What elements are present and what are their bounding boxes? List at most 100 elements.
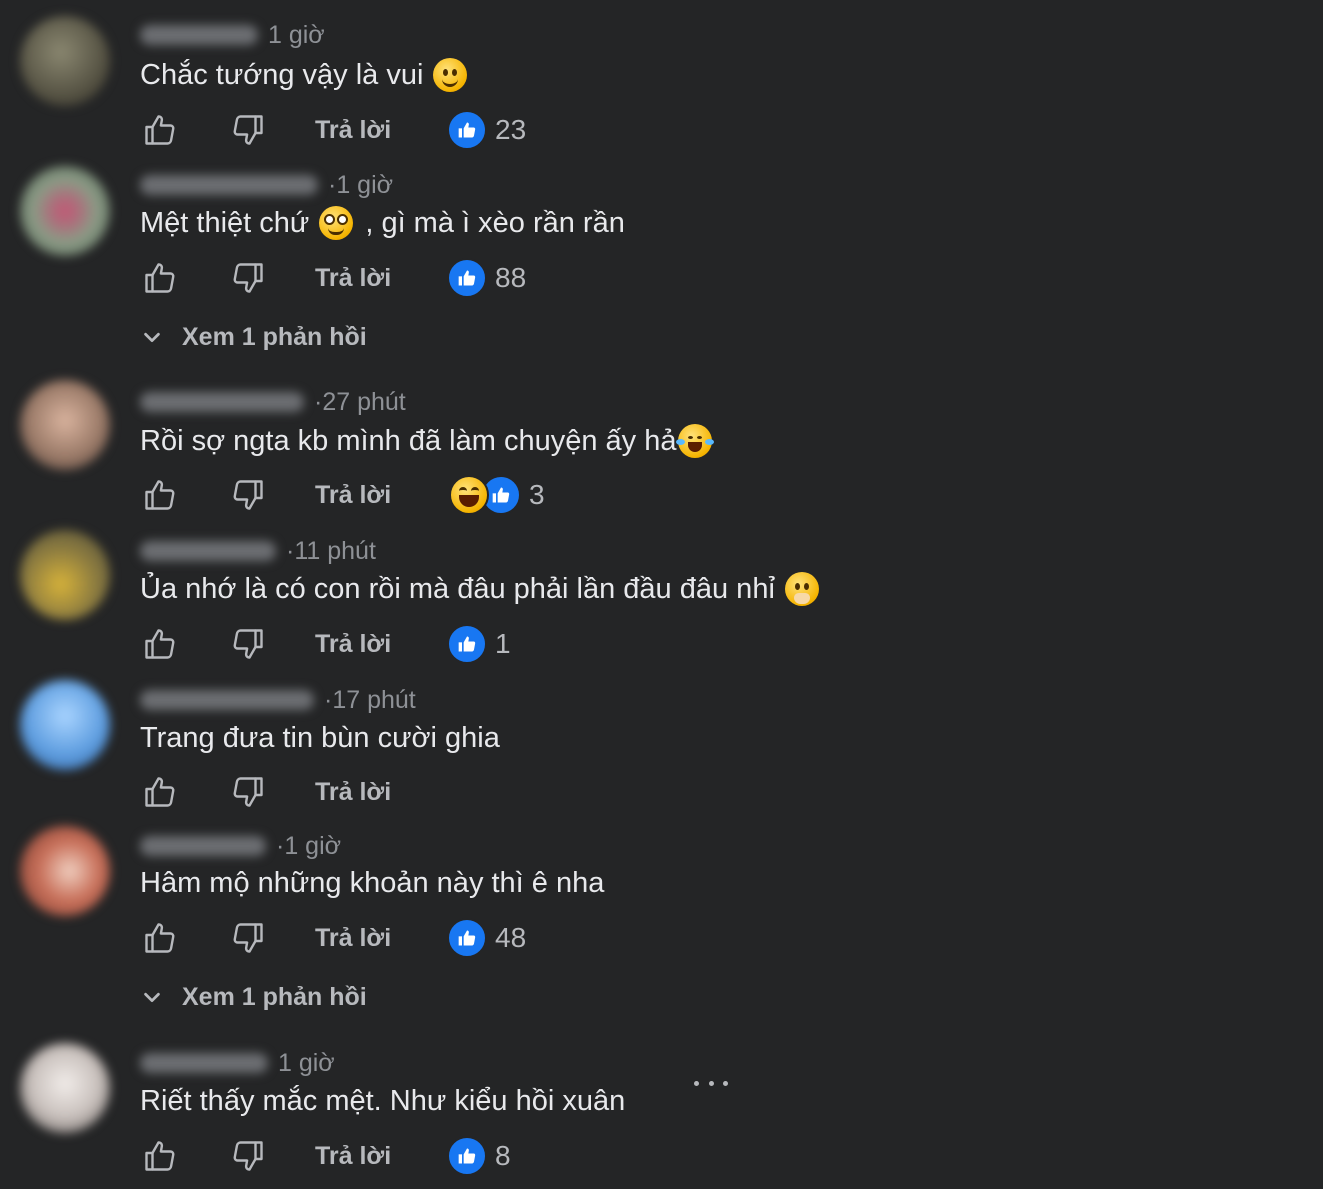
thumbs-down-outline-icon[interactable] <box>228 258 268 298</box>
thumbs-down-outline-icon[interactable] <box>228 624 268 664</box>
comment-text: Mệt thiệt chứ , gì mà ì xèo rần rần <box>140 204 625 242</box>
comment-time: 1 giờ <box>268 20 325 49</box>
comment-body: Rồi sợ ngta kb mình đã làm chuyện ấy hả <box>140 424 677 457</box>
comment-time: 27 phút <box>322 387 406 416</box>
comment-text: Trang đưa tin bùn cười ghia <box>140 719 500 757</box>
avatar[interactable] <box>20 680 110 770</box>
comment-actions: Trả lời <box>140 772 840 812</box>
comment-time-prefix: · <box>276 831 285 860</box>
thumbs-up-outline-icon[interactable] <box>140 475 180 515</box>
comment-body: Trang đưa tin bùn cười ghia <box>140 721 500 754</box>
pleading-face-icon <box>319 206 354 240</box>
thumbs-up-outline-icon[interactable] <box>140 772 180 812</box>
comment-time: 11 phút <box>294 536 376 565</box>
avatar[interactable] <box>20 166 110 256</box>
avatar[interactable] <box>20 380 110 470</box>
reply-button[interactable]: Trả lời <box>315 481 391 510</box>
like-reaction-icon <box>447 624 487 664</box>
smiling-face-icon <box>433 58 468 92</box>
thumbs-down-outline-icon[interactable] <box>228 918 268 958</box>
avatar[interactable] <box>20 530 110 620</box>
view-replies-label: Xem 1 phản hồi <box>182 322 367 351</box>
reply-button[interactable]: Trả lời <box>315 1142 391 1171</box>
chevron-down-icon <box>140 325 164 349</box>
comment-time-prefix: · <box>328 170 337 199</box>
reply-button[interactable]: Trả lời <box>315 924 391 953</box>
thumbs-down-outline-icon[interactable] <box>228 772 268 812</box>
reaction-summary[interactable]: 88 <box>447 258 527 298</box>
reply-button[interactable]: Trả lời <box>315 630 391 659</box>
author-name-blurred[interactable] <box>140 836 266 856</box>
more-options-icon[interactable] <box>694 1068 728 1098</box>
avatar[interactable] <box>20 826 110 916</box>
avatar[interactable] <box>20 16 110 106</box>
author-name-blurred[interactable] <box>140 1053 268 1073</box>
author-name-blurred[interactable] <box>140 690 314 710</box>
reaction-summary[interactable]: 23 <box>447 110 527 150</box>
comment-body: Hâm mộ những khoản này thì ê nha <box>140 866 605 899</box>
reaction-count: 48 <box>495 922 527 953</box>
comment-time-prefix: · <box>286 536 295 565</box>
reaction-count: 1 <box>495 628 511 659</box>
reply-button[interactable]: Trả lời <box>315 264 391 293</box>
comment-actions: Trả lời 8 <box>140 1136 840 1176</box>
comment-body: Ủa nhớ là có con rồi mà đâu phải lần đầu… <box>140 572 775 605</box>
comment-time-prefix: · <box>324 685 333 714</box>
reaction-summary[interactable]: 48 <box>447 918 527 958</box>
comment-actions: Trả lời 88 <box>140 258 840 298</box>
view-replies-button[interactable]: Xem 1 phản hồi <box>140 980 367 1014</box>
comment-text: Ủa nhớ là có con rồi mà đâu phải lần đầu… <box>140 570 819 608</box>
comment-meta: 1 giờ <box>140 1048 335 1078</box>
comment-actions: Trả lời 1 <box>140 624 840 664</box>
reply-button[interactable]: Trả lời <box>315 778 391 807</box>
reaction-count: 3 <box>529 479 545 510</box>
author-name-blurred[interactable] <box>140 25 258 45</box>
thumbs-down-outline-icon[interactable] <box>228 475 268 515</box>
avatar[interactable] <box>20 1043 110 1133</box>
haha-reaction-icon <box>449 475 489 515</box>
thumbs-up-outline-icon[interactable] <box>140 918 180 958</box>
like-reaction-icon <box>447 110 487 150</box>
author-name-blurred[interactable] <box>140 392 304 412</box>
author-name-blurred[interactable] <box>140 541 276 561</box>
thumbs-up-outline-icon[interactable] <box>140 258 180 298</box>
comments-feed: 1 giờ Chắc tướng vậy là vui Trả lời 23 · <box>0 0 1323 1189</box>
view-replies-button[interactable]: Xem 1 phản hồi <box>140 320 367 354</box>
thumbs-down-outline-icon[interactable] <box>228 110 268 150</box>
comment-text: Chắc tướng vậy là vui <box>140 56 468 94</box>
thumbs-down-outline-icon[interactable] <box>228 1136 268 1176</box>
comment-time: 1 giờ <box>278 1048 335 1077</box>
reaction-summary[interactable]: 3 <box>449 475 545 515</box>
reaction-summary[interactable]: 8 <box>447 1136 511 1176</box>
reply-button[interactable]: Trả lời <box>315 116 391 145</box>
comment-actions: Trả lời 23 <box>140 110 840 150</box>
like-reaction-icon <box>447 918 487 958</box>
like-reaction-icon <box>447 1136 487 1176</box>
comment-body: Chắc tướng vậy là vui <box>140 58 424 91</box>
comment-time: 1 giờ <box>336 170 394 199</box>
face-with-hand-over-mouth-icon <box>784 572 819 606</box>
like-reaction-icon <box>447 258 487 298</box>
comment-meta: · 1 giờ <box>140 170 393 200</box>
comment-actions: Trả lời 3 <box>140 475 840 515</box>
reaction-count: 88 <box>495 262 527 293</box>
reaction-summary[interactable]: 1 <box>447 624 511 664</box>
reaction-count: 23 <box>495 114 527 145</box>
thumbs-up-outline-icon[interactable] <box>140 110 180 150</box>
author-name-blurred[interactable] <box>140 175 318 195</box>
thumbs-up-outline-icon[interactable] <box>140 624 180 664</box>
chevron-down-icon <box>140 985 164 1009</box>
comment-body-continued: , gì mà ì xèo rần rần <box>365 206 625 239</box>
comment-meta: · 17 phút <box>140 685 416 715</box>
thumbs-up-outline-icon[interactable] <box>140 1136 180 1176</box>
view-replies-label: Xem 1 phản hồi <box>182 982 367 1011</box>
comment-body: Riết thấy mắc mệt. Như kiểu hồi xuân <box>140 1084 626 1117</box>
comment-text: Riết thấy mắc mệt. Như kiểu hồi xuân <box>140 1082 625 1120</box>
comment-time: 17 phút <box>332 685 416 714</box>
comment-meta: · 27 phút <box>140 387 406 417</box>
comment-time: 1 giờ <box>284 831 342 860</box>
comment-body: Mệt thiệt chứ <box>140 206 310 239</box>
comment-time-prefix: · <box>314 387 323 416</box>
comment-text: Hâm mộ những khoản này thì ê nha <box>140 864 604 902</box>
comment-actions: Trả lời 48 <box>140 918 840 958</box>
